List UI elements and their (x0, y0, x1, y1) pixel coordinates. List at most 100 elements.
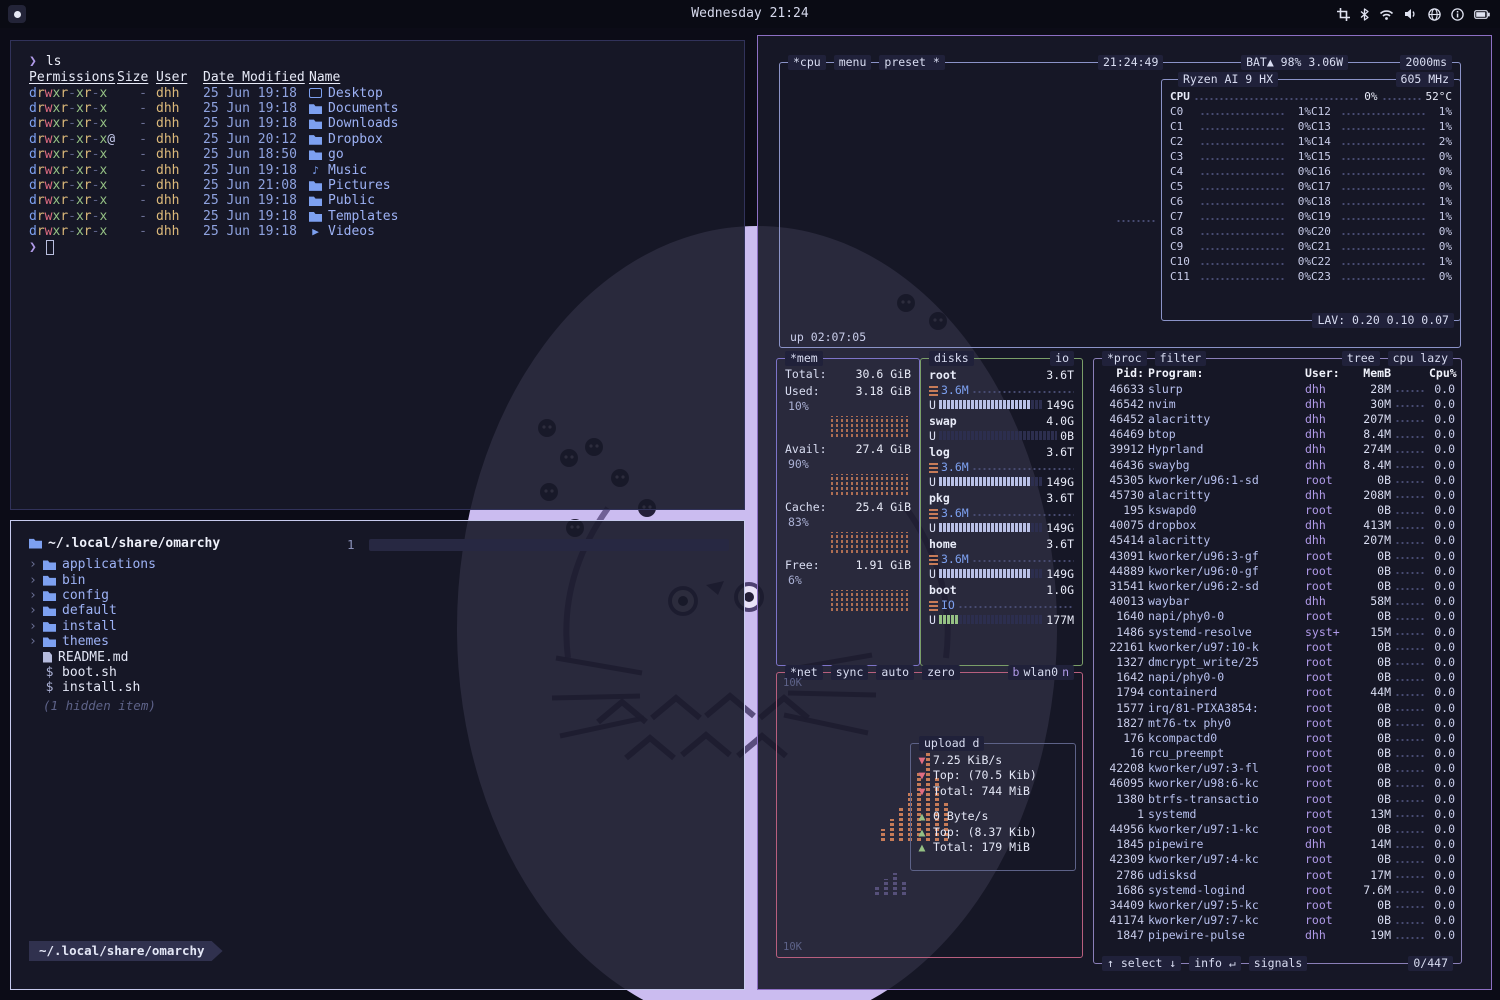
process-row-39912[interactable]: 39912Hyprlanddhh274M0.0 (1100, 442, 1455, 457)
prompt-line-empty[interactable]: ❯ (29, 239, 744, 256)
info-icon[interactable] (1451, 8, 1464, 21)
volume-icon[interactable] (1404, 8, 1418, 20)
process-user: dhh (1305, 594, 1349, 608)
process-row-1380[interactable]: 1380btrfs-transactioroot0B0.0 (1100, 791, 1455, 806)
process-row-2786[interactable]: 2786udisksdroot17M0.0 (1100, 867, 1455, 882)
file-date: 25 Jun 20:12 (203, 132, 309, 147)
fm-entry-install[interactable]: ›install (29, 619, 744, 634)
statusbar-path: ~/.local/share/omarchy (29, 941, 223, 961)
menu-button[interactable]: menu (834, 55, 872, 70)
disk-name: pkg (929, 491, 950, 505)
process-row-1845[interactable]: 1845pipewiredhh14M0.0 (1100, 837, 1455, 852)
process-row-44889[interactable]: 44889kworker/u96:0-gfroot0B0.0 (1100, 563, 1455, 578)
fm-entry-applications[interactable]: ›applications (29, 557, 744, 572)
clock[interactable]: Wednesday 21:24 (0, 0, 1500, 28)
process-row-1486[interactable]: 1486systemd-resolvesyst+15M0.0 (1100, 624, 1455, 639)
fm-entry-bin[interactable]: ›bin (29, 572, 744, 587)
tab-cpu[interactable]: *cpu (788, 55, 826, 70)
signals-key[interactable]: signals (1249, 956, 1307, 971)
process-row-46452[interactable]: 46452alacrittydhh207M0.0 (1100, 411, 1455, 426)
process-row-42208[interactable]: 42208kworker/u97:3-flroot0B0.0 (1100, 761, 1455, 776)
process-row-1[interactable]: 1systemdroot13M0.0 (1100, 806, 1455, 821)
battery-icon[interactable] (1474, 10, 1490, 19)
btop-window[interactable]: *cpu menu preset * 21:24:49 BAT▲ 98% 3.0… (757, 35, 1492, 990)
tab-proc[interactable]: *proc (1102, 351, 1147, 366)
cpu-graph (1116, 213, 1156, 224)
proc-header[interactable]: Pid: Program: User: MemB Cpu% (1100, 365, 1455, 381)
process-row-1686[interactable]: 1686systemd-logindroot7.6M0.0 (1100, 882, 1455, 897)
process-row-195[interactable]: 195kswapd0root0B0.0 (1100, 503, 1455, 518)
process-row-1794[interactable]: 1794containerdroot44M0.0 (1100, 685, 1455, 700)
net-interface[interactable]: b wlan0 n (1008, 665, 1075, 680)
process-row-1640[interactable]: 1640napi/phy0-0root0B0.0 (1100, 609, 1455, 624)
column-cpu[interactable]: Cpu% (1429, 366, 1455, 380)
fm-entry-boot.sh[interactable]: $boot.sh (29, 665, 744, 680)
core-label: C5 (1170, 180, 1197, 193)
terminal-window[interactable]: ❯ ls Permissions Size User Date Modified… (10, 40, 745, 510)
core-row-C20: C200% (1311, 224, 1452, 239)
disk-used-meter (939, 477, 1043, 486)
globe-icon[interactable] (1428, 8, 1441, 21)
column-user[interactable]: User: (1305, 366, 1349, 380)
process-row-1577[interactable]: 1577irq/81-PIXA3854:root0B0.0 (1100, 700, 1455, 715)
process-row-46542[interactable]: 46542nvimdhh30M0.0 (1100, 396, 1455, 411)
process-mem: 0B (1353, 549, 1391, 563)
file-manager-window[interactable]: ~/.local/share/omarchy 1 ›applications›b… (10, 520, 745, 990)
process-row-45414[interactable]: 45414alacrittydhh207M0.0 (1100, 533, 1455, 548)
process-row-1327[interactable]: 1327dmcrypt_write/25root0B0.0 (1100, 654, 1455, 669)
process-row-1847[interactable]: 1847pipewire-pulsedhh19M0.0 (1100, 928, 1455, 943)
process-row-45305[interactable]: 45305kworker/u96:1-sdroot0B0.0 (1100, 472, 1455, 487)
fm-entry-README.md[interactable]: README.md (29, 649, 744, 664)
refresh-interval[interactable]: 2000ms (1400, 55, 1452, 70)
process-row-16[interactable]: 16rcu_preemptroot0B0.0 (1100, 746, 1455, 761)
io-toggle[interactable]: io (1050, 351, 1074, 366)
wifi-icon[interactable] (1379, 9, 1394, 20)
shell-command: ls (46, 54, 62, 69)
process-row-22161[interactable]: 22161kworker/u97:10-kroot0B0.0 (1100, 639, 1455, 654)
select-keys[interactable]: ↑ select ↓ (1102, 956, 1181, 971)
process-row-40013[interactable]: 40013waybardhh58M0.0 (1100, 594, 1455, 609)
folder-icon (43, 636, 56, 647)
process-row-46095[interactable]: 46095kworker/u98:6-kcroot0B0.0 (1100, 776, 1455, 791)
column-mem[interactable]: MemB (1353, 366, 1391, 380)
process-row-43091[interactable]: 43091kworker/u96:3-gfroot0B0.0 (1100, 548, 1455, 563)
process-row-1642[interactable]: 1642napi/phy0-0root0B0.0 (1100, 670, 1455, 685)
fm-entry-themes[interactable]: ›themes (29, 634, 744, 649)
disk-io-graph (929, 507, 938, 519)
process-row-46469[interactable]: 46469btopdhh8.4M0.0 (1100, 427, 1455, 442)
net-zero-button[interactable]: zero (922, 665, 960, 680)
mem-stat-pct: 90% (785, 457, 809, 472)
process-row-1827[interactable]: 1827mt76-tx phy0root0B0.0 (1100, 715, 1455, 730)
process-row-42309[interactable]: 42309kworker/u97:4-kcroot0B0.0 (1100, 852, 1455, 867)
screenshot-icon[interactable] (1337, 8, 1350, 21)
sort-selector[interactable]: cpu lazy (1388, 351, 1453, 366)
process-row-46633[interactable]: 46633slurpdhh28M0.0 (1100, 381, 1455, 396)
process-row-41174[interactable]: 41174kworker/u97:7-kcroot0B0.0 (1100, 913, 1455, 928)
ls-header: Permissions Size User Date Modified Name (29, 70, 744, 85)
tab-mem[interactable]: *mem (785, 351, 823, 366)
net-sync-button[interactable]: sync (831, 665, 869, 680)
preset-button[interactable]: preset * (879, 55, 944, 70)
net-auto-button[interactable]: auto (876, 665, 914, 680)
process-row-40075[interactable]: 40075dropboxdhh413M0.0 (1100, 518, 1455, 533)
core-row-C14: C142% (1311, 134, 1452, 149)
filter-button[interactable]: filter (1155, 351, 1207, 366)
fm-entry-default[interactable]: ›default (29, 603, 744, 618)
net-detail-title[interactable]: upload d (919, 736, 984, 751)
info-key[interactable]: info ↵ (1189, 956, 1241, 971)
process-row-44956[interactable]: 44956kworker/u97:1-kcroot0B0.0 (1100, 821, 1455, 836)
next-iface-key[interactable]: n (1062, 665, 1069, 680)
tree-button[interactable]: tree (1342, 351, 1380, 366)
fm-entry-config[interactable]: ›config (29, 588, 744, 603)
fm-entry-install.sh[interactable]: $install.sh (29, 680, 744, 695)
process-row-176[interactable]: 176kcompactd0root0B0.0 (1100, 730, 1455, 745)
process-row-46436[interactable]: 46436swaybgdhh8.4M0.0 (1100, 457, 1455, 472)
column-pid[interactable]: Pid: (1100, 366, 1144, 380)
process-row-45730[interactable]: 45730alacrittydhh208M0.0 (1100, 487, 1455, 502)
prev-iface-key[interactable]: b (1013, 665, 1020, 680)
bluetooth-icon[interactable] (1360, 8, 1369, 21)
disk-used-meter (939, 569, 1043, 578)
process-row-31541[interactable]: 31541kworker/u96:2-sdroot0B0.0 (1100, 578, 1455, 593)
process-row-34409[interactable]: 34409kworker/u97:5-kcroot0B0.0 (1100, 897, 1455, 912)
column-program[interactable]: Program: (1148, 366, 1301, 380)
